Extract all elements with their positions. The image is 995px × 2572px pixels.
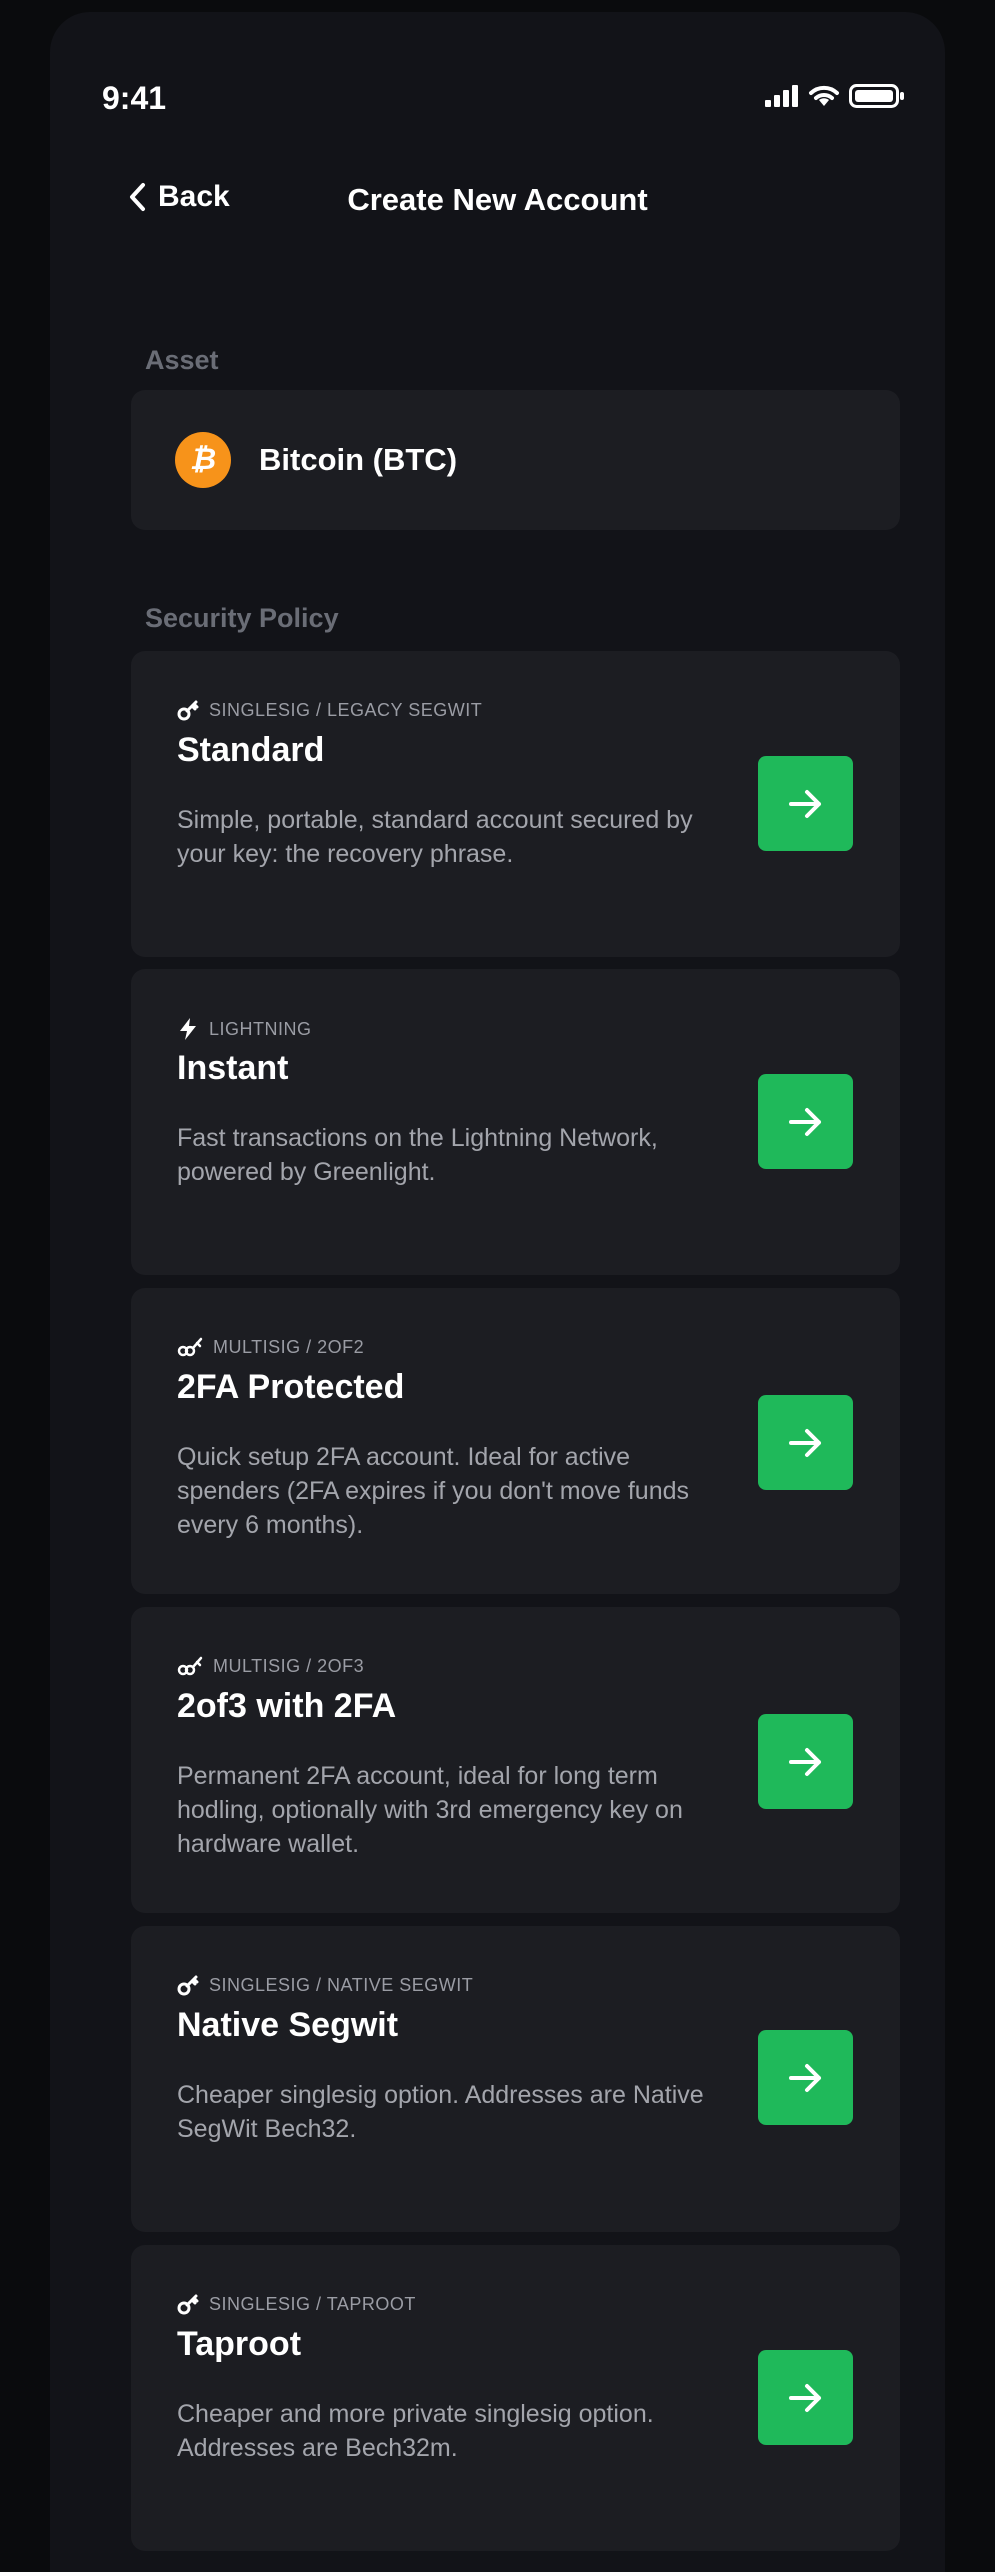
policy-description: Fast transactions on the Lightning Netwo…: [177, 1124, 658, 1186]
policy-title: Native Segwit: [177, 2006, 399, 2044]
bitcoin-icon: ₿: [175, 432, 231, 488]
policy-card-taproot[interactable]: SINGLESIG / TAPROOT Taproot Cheaper and …: [131, 2245, 900, 2551]
policy-tag-label: SINGLESIG / LEGACY SEGWIT: [209, 699, 483, 720]
cellular-signal-icon: [765, 85, 798, 107]
arrow-right-icon: [788, 1747, 821, 1776]
policy-title: Instant: [177, 1049, 289, 1087]
arrow-right-icon: [788, 1428, 821, 1457]
policy-tag-label: LIGHTNING: [209, 1018, 312, 1039]
asset-name: Bitcoin (BTC): [259, 442, 458, 477]
key-icon: [177, 2294, 199, 2315]
arrow-right-icon: [788, 2383, 821, 2412]
select-instant-button[interactable]: [758, 1074, 853, 1169]
select-standard-button[interactable]: [758, 756, 853, 851]
policy-description: Cheaper and more private singlesig optio…: [177, 2400, 654, 2462]
arrow-right-icon: [788, 1107, 821, 1136]
policy-card-standard[interactable]: SINGLESIG / LEGACY SEGWIT Standard Simpl…: [131, 651, 900, 957]
policy-description: Permanent 2FA account, ideal for long te…: [177, 1762, 683, 1858]
policy-tag-label: MULTISIG / 2OF3: [213, 1655, 365, 1676]
battery-icon: [849, 84, 904, 108]
wifi-icon: [809, 85, 839, 106]
policy-title: Taproot: [177, 2325, 302, 2363]
policy-tag: LIGHTNING: [177, 1017, 312, 1041]
asset-selector[interactable]: ₿ Bitcoin (BTC): [131, 390, 900, 530]
policy-tag-label: MULTISIG / 2OF2: [213, 1336, 365, 1357]
page-title: Create New Account: [347, 182, 648, 217]
policy-tag: SINGLESIG / LEGACY SEGWIT: [177, 699, 482, 721]
status-time: 9:41: [102, 80, 167, 116]
key-icon: [177, 1975, 199, 1996]
lightning-icon: [180, 1018, 196, 1040]
arrow-right-icon: [788, 789, 821, 818]
policy-card-instant[interactable]: LIGHTNING Instant Fast transactions on t…: [131, 969, 900, 1275]
policy-card-2fa-protected[interactable]: MULTISIG / 2OF2 2FA Protected Quick setu…: [131, 1288, 900, 1594]
status-icons: [765, 84, 905, 108]
multi-key-icon: [177, 1656, 203, 1676]
policy-title: 2of3 with 2FA: [177, 1687, 397, 1725]
policy-title: 2FA Protected: [177, 1368, 405, 1406]
multi-key-icon: [177, 1337, 203, 1357]
policy-tag-label: SINGLESIG / TAPROOT: [209, 2293, 416, 2314]
policy-description: Cheaper singlesig option. Addresses are …: [177, 2081, 704, 2143]
policy-description: Quick setup 2FA account. Ideal for activ…: [177, 1443, 689, 1539]
policy-description: Simple, portable, standard account secur…: [177, 806, 693, 868]
select-2of3-with-2fa-button[interactable]: [758, 1714, 853, 1809]
policy-tag: SINGLESIG / NATIVE SEGWIT: [177, 1974, 473, 1996]
security-policy-section-label: Security Policy: [145, 603, 339, 633]
policy-tag: MULTISIG / 2OF3: [177, 1655, 364, 1677]
select-native-segwit-button[interactable]: [758, 2030, 853, 2125]
select-taproot-button[interactable]: [758, 2350, 853, 2445]
policy-title: Standard: [177, 731, 325, 769]
asset-section-label: Asset: [145, 345, 219, 375]
arrow-right-icon: [788, 2063, 821, 2092]
policy-tag: SINGLESIG / TAPROOT: [177, 2293, 416, 2315]
policy-card-native-segwit[interactable]: SINGLESIG / NATIVE SEGWIT Native Segwit …: [131, 1926, 900, 2232]
select-2fa-protected-button[interactable]: [758, 1395, 853, 1490]
key-icon: [177, 700, 199, 721]
policy-card-2of3-with-2fa[interactable]: MULTISIG / 2OF3 2of3 with 2FA Permanent …: [131, 1607, 900, 1913]
policy-tag: MULTISIG / 2OF2: [177, 1336, 364, 1358]
policy-tag-label: SINGLESIG / NATIVE SEGWIT: [209, 1974, 474, 1995]
